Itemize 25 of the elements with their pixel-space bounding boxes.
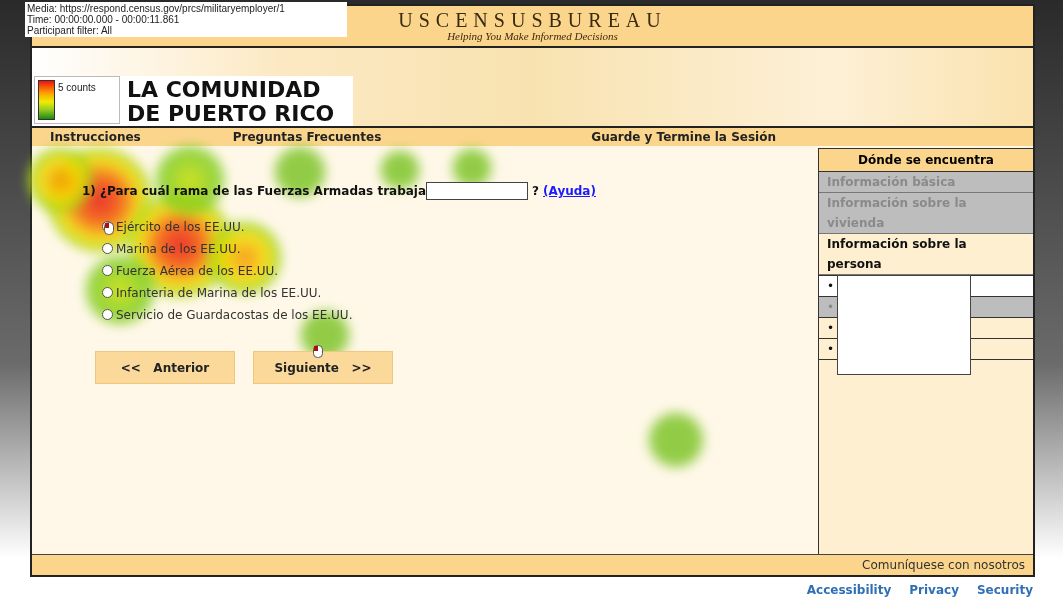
heatmap-blob — [648, 412, 704, 468]
radio-option[interactable]: Marina de los EE.UU. — [102, 240, 818, 257]
site-tagline: Helping You Make Informed Decisions — [447, 30, 618, 42]
legend-label: 5 counts — [58, 82, 96, 93]
footer-link[interactable]: Security — [976, 583, 1033, 607]
radio-option[interactable]: Fuerza Aérea de los EE.UU. — [102, 262, 818, 279]
overlay-info: Media: https://respond.census.gov/prcs/militaryemployer/1 Time: 00:00:00.000 - 00:00:11.861 Participant filter: All — [25, 2, 347, 37]
previous-button[interactable]: << Anterior — [95, 351, 235, 384]
footer-link[interactable]: Accessibility — [806, 583, 892, 607]
mouse-click-icon — [104, 222, 114, 235]
nav-link[interactable]: Guarde y Termine la Sesión — [591, 130, 776, 144]
nav-link[interactable]: Instrucciones — [50, 130, 141, 144]
question-text: 1) ¿Para cuál rama de las Fuerzas Armadas trabaja — [82, 184, 427, 198]
sidebar-title: Dónde se encuentra — [819, 149, 1033, 172]
site-title: USCENSUSBUREAU — [398, 10, 667, 30]
mouse-click-icon — [313, 345, 323, 358]
input-field[interactable] — [426, 182, 529, 200]
question-mark: ? — [532, 184, 540, 198]
radio-option[interactable]: Infanteria de Marina de los EE.UU. — [102, 284, 818, 301]
next-button[interactable]: Siguiente >> — [253, 351, 393, 384]
footer-link[interactable]: Privacy — [909, 583, 959, 607]
help-link[interactable]: (Ayuda) — [543, 184, 596, 198]
heat-scale-bar — [38, 80, 55, 120]
contact-link[interactable]: Comuníquese con nosotros — [862, 558, 1025, 573]
nav-link[interactable]: Preguntas Frecuentes — [232, 130, 382, 144]
